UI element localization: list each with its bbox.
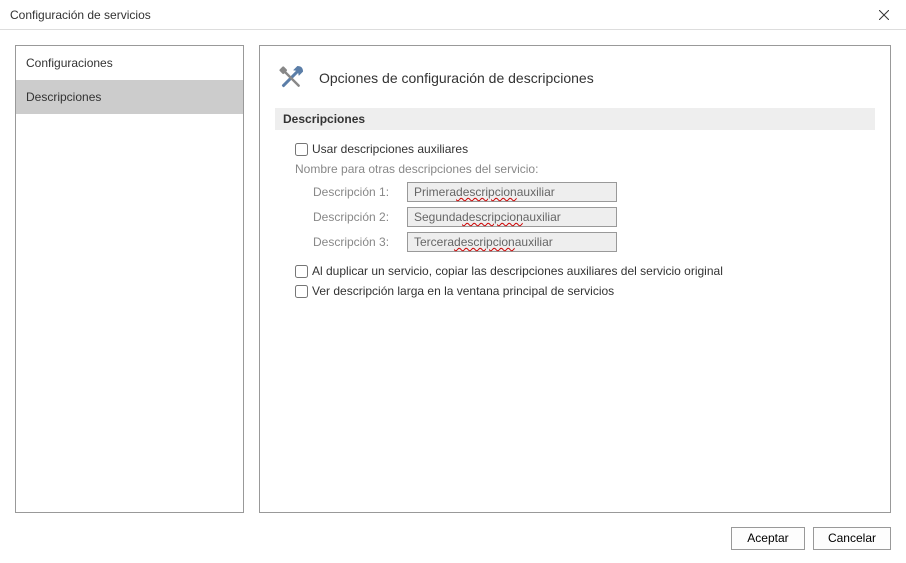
titlebar: Configuración de servicios xyxy=(0,0,906,30)
wrench-screwdriver-icon xyxy=(275,62,307,94)
checkbox-duplicate-label[interactable]: Al duplicar un servicio, copiar las desc… xyxy=(312,264,723,278)
cancel-button[interactable]: Cancelar xyxy=(813,527,891,550)
sidebar-item-configuraciones[interactable]: Configuraciones xyxy=(16,46,243,80)
desc-row-1: Descripción 1: Primera descripcion auxil… xyxy=(313,182,875,202)
close-button[interactable] xyxy=(861,0,906,30)
close-icon xyxy=(879,10,889,20)
desc-label-1: Descripción 1: xyxy=(313,185,399,199)
desc-row-3: Descripción 3: Tercera descripcion auxil… xyxy=(313,232,875,252)
checkbox-use-aux-label[interactable]: Usar descripciones auxiliares xyxy=(312,142,468,156)
panel-header: Opciones de configuración de descripcion… xyxy=(275,56,875,108)
checkbox-long-desc: Ver descripción larga en la ventana prin… xyxy=(275,284,875,298)
form-body: Usar descripciones auxiliares Nombre par… xyxy=(275,142,875,298)
sidebar-item-descripciones[interactable]: Descripciones xyxy=(16,80,243,114)
desc-input-1[interactable]: Primera descripcion auxiliar xyxy=(407,182,617,202)
section-title: Descripciones xyxy=(275,108,875,130)
panel-heading: Opciones de configuración de descripcion… xyxy=(319,70,594,86)
content-area: Configuraciones Descripciones Opc xyxy=(0,30,906,521)
checkbox-duplicate-input[interactable] xyxy=(295,265,308,278)
checkbox-long-desc-label[interactable]: Ver descripción larga en la ventana prin… xyxy=(312,284,614,298)
desc-input-3[interactable]: Tercera descripcion auxiliar xyxy=(407,232,617,252)
main-panel: Opciones de configuración de descripcion… xyxy=(259,45,891,513)
desc-input-2[interactable]: Segunda descripcion auxiliar xyxy=(407,207,617,227)
desc-rows: Descripción 1: Primera descripcion auxil… xyxy=(313,182,875,252)
desc-label-2: Descripción 2: xyxy=(313,210,399,224)
checkbox-use-aux: Usar descripciones auxiliares xyxy=(295,142,875,156)
checkbox-duplicate: Al duplicar un servicio, copiar las desc… xyxy=(275,264,875,278)
desc-label-3: Descripción 3: xyxy=(313,235,399,249)
sidebar-item-label: Configuraciones xyxy=(26,56,113,70)
sidebar-item-label: Descripciones xyxy=(26,90,101,104)
hint-text: Nombre para otras descripciones del serv… xyxy=(295,162,875,176)
desc-row-2: Descripción 2: Segunda descripcion auxil… xyxy=(313,207,875,227)
checkbox-use-aux-input[interactable] xyxy=(295,143,308,156)
footer: Aceptar Cancelar xyxy=(0,521,906,563)
sidebar: Configuraciones Descripciones xyxy=(15,45,244,513)
checkbox-long-desc-input[interactable] xyxy=(295,285,308,298)
window-title: Configuración de servicios xyxy=(10,8,151,22)
accept-button[interactable]: Aceptar xyxy=(731,527,805,550)
